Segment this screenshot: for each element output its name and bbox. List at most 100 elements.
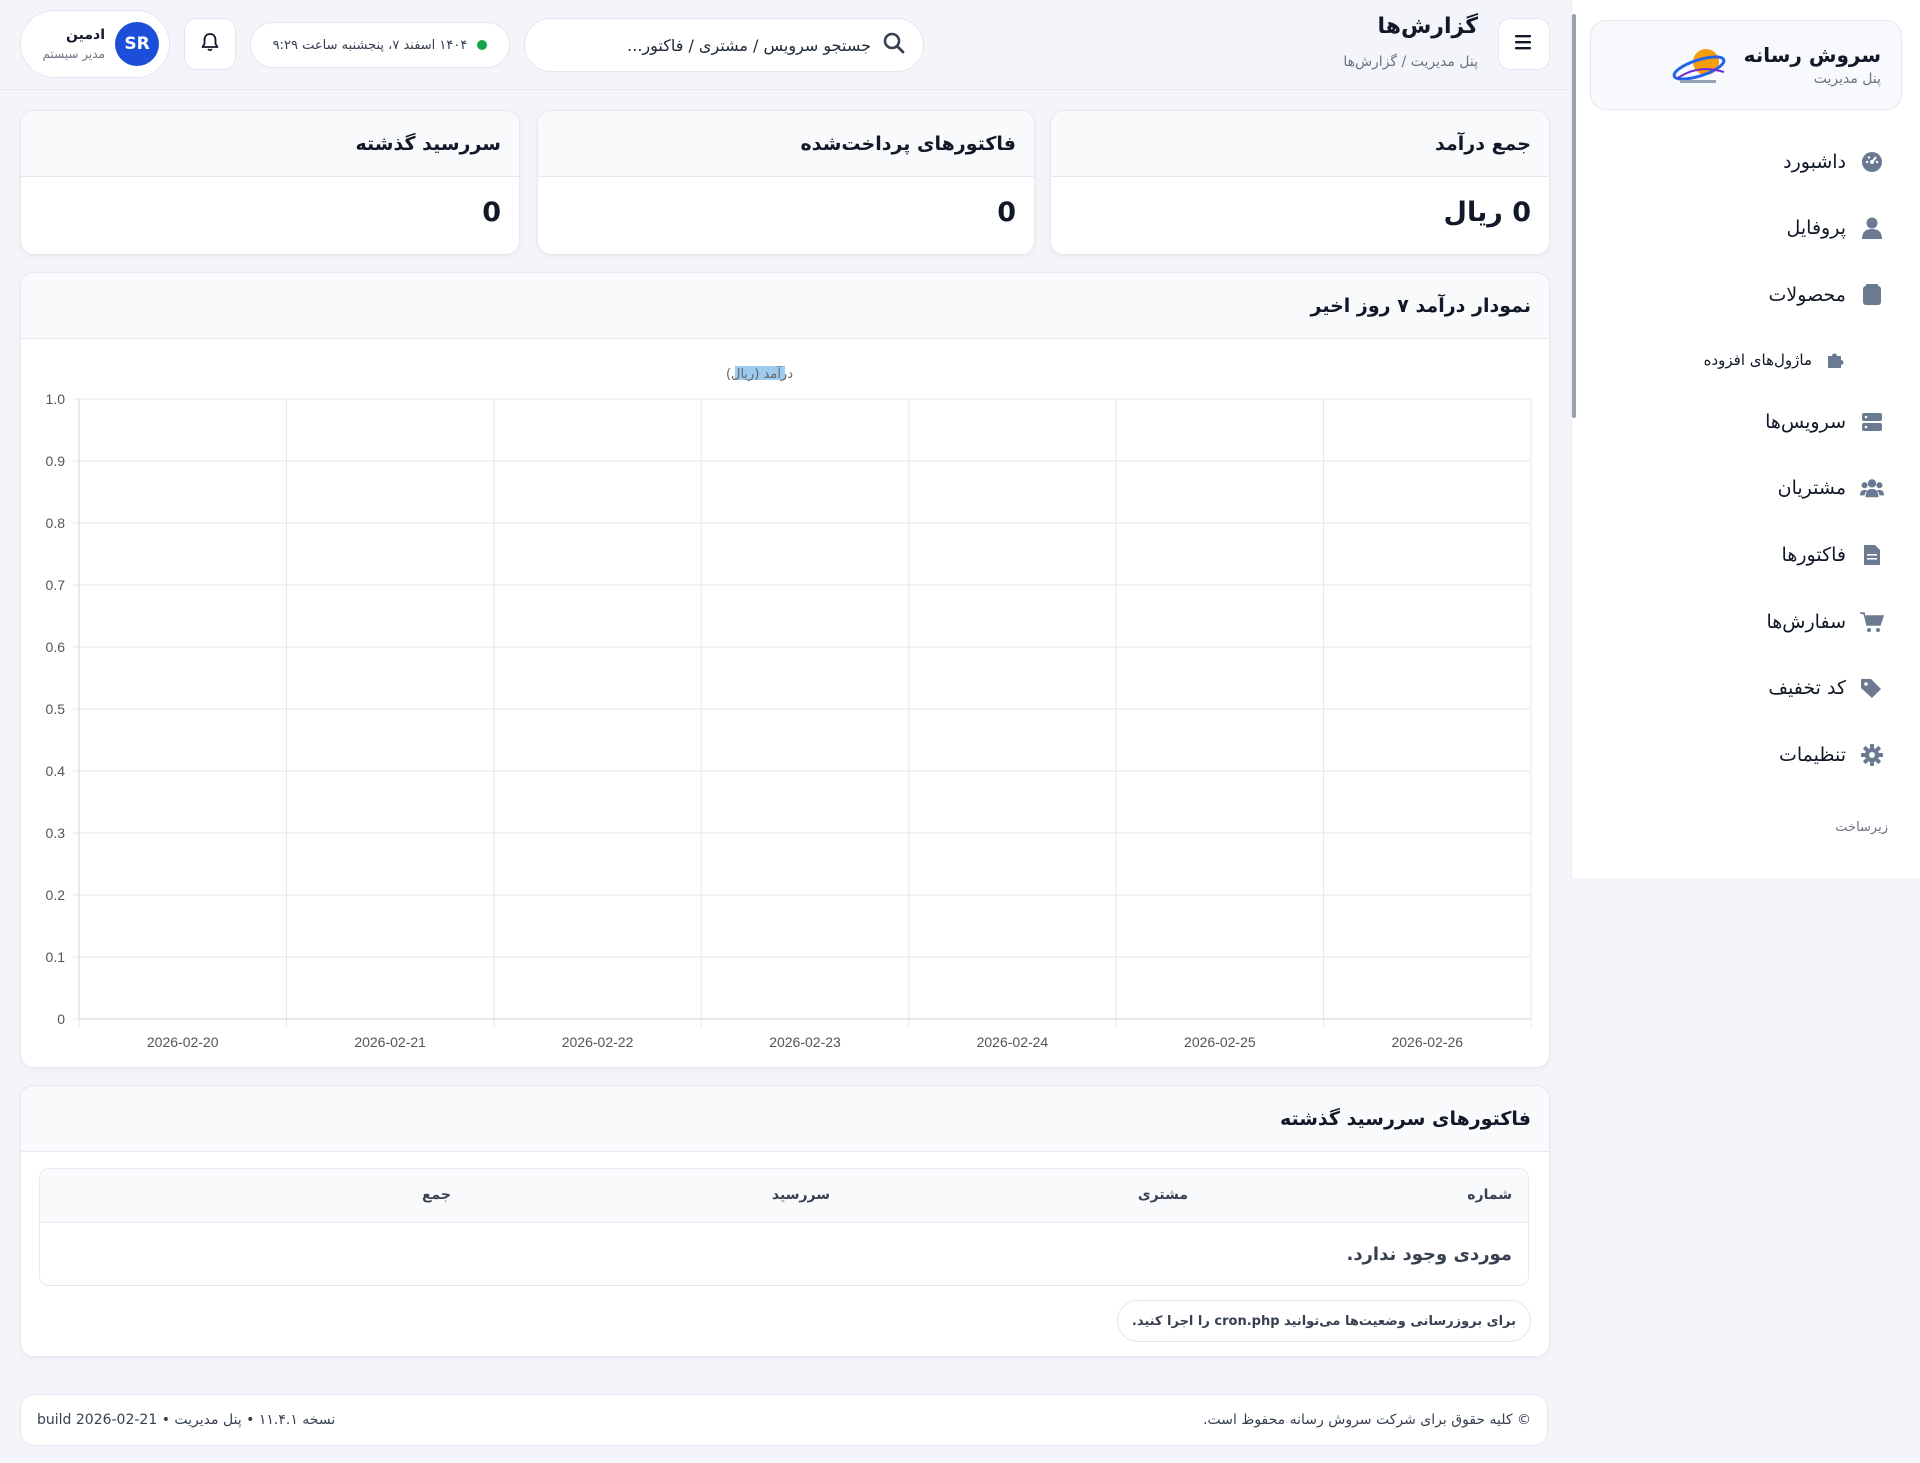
empty-state-row: موردی وجود ندارد.: [1346, 1243, 1512, 1265]
breadcrumb: پنل مدیریت / گزارش‌ها: [1343, 54, 1478, 70]
x-tick-label: 2026-02-24: [977, 1034, 1049, 1050]
cron-note: برای بروزرسانی وضعیت‌ها می‌توانید cron.p…: [1116, 1300, 1531, 1342]
column-header-customer[interactable]: مشتری: [1138, 1187, 1188, 1203]
sidebar-item-profile[interactable]: پروفایل: [1787, 208, 1885, 248]
y-tick-label: 0.2: [46, 887, 66, 903]
sidebar-item-orders[interactable]: سفارش‌ها: [1766, 602, 1884, 642]
chart-area: 0 0.1 0.2 0.3 0.4 0.5 0.6 0.7 0.8 0.9 1.0 2026-02-2…: [21, 339, 1549, 1071]
hamburger-icon: [1515, 34, 1533, 54]
y-tick-label: 1.0: [46, 391, 66, 407]
user-profile[interactable]: SR ادمین مدیر سیستم: [20, 10, 170, 78]
stat-card-title: فاکتورهای پرداخت‌شده: [538, 111, 1034, 177]
stat-card-title: سررسید گذشته: [21, 111, 519, 177]
overdue-table: شماره مشتری سررسید جمع موردی وجود ندارد.: [39, 1168, 1529, 1286]
sidebar-item-products[interactable]: محصولات: [1769, 275, 1884, 315]
sidebar-item-customers[interactable]: مشتریان: [1778, 468, 1884, 508]
users-icon: [1860, 476, 1884, 500]
column-header-total[interactable]: جمع: [422, 1187, 451, 1203]
search-input[interactable]: [543, 35, 871, 55]
search-box[interactable]: [524, 18, 924, 72]
page-title: گزارش‌ها: [1377, 14, 1478, 39]
topbar: گزارش‌ها پنل مدیریت / گزارش‌ها ۱۴۰۴ اسفن…: [0, 0, 1570, 90]
server-icon: [1860, 410, 1884, 434]
date-time-pill: ۱۴۰۴ اسفند ۷، پنجشنبه ساعت ۹:۲۹: [250, 22, 510, 68]
stat-card-value: 0: [997, 197, 1016, 228]
cart-icon: [1860, 610, 1884, 634]
stat-card-value: 0: [482, 197, 501, 228]
sidebar-item-label: مشتریان: [1777, 477, 1846, 499]
sidebar-item-label: محصولات: [1768, 284, 1846, 306]
user-role: مدیر سیستم: [42, 47, 106, 61]
table-header-row: شماره مشتری سررسید جمع: [40, 1169, 1528, 1223]
brand[interactable]: سروش رسانه پنل مدیریت: [1590, 20, 1902, 110]
revenue-chart-card: نمودار درآمد ۷ روز اخیر 0 0.1 0.2 0.3 0.4 0.5…: [20, 272, 1550, 1068]
dashboard-icon: [1860, 150, 1884, 174]
footer-version: نسخه ۱۱.۴.۱ • پنل مدیریت • build 2026-02…: [37, 1412, 336, 1428]
sidebar-item-addons[interactable]: ماژول‌های افزوده: [1704, 340, 1844, 380]
sidebar-item-services[interactable]: سرویس‌ها: [1765, 402, 1884, 442]
revenue-chart: 0 0.1 0.2 0.3 0.4 0.5 0.6 0.7 0.8 0.9 1.0 2026-02-2…: [46, 365, 1532, 1050]
stat-card-value: 0 ریال: [1443, 197, 1531, 228]
stat-card-title: جمع درآمد: [1051, 111, 1549, 177]
x-tick-label: 2026-02-22: [562, 1034, 634, 1050]
y-tick-label: 0.1: [46, 949, 66, 965]
brand-logo: [1668, 42, 1730, 88]
x-tick-label: 2026-02-20: [147, 1034, 219, 1050]
sidebar-item-label: پروفایل: [1786, 217, 1847, 239]
date-time-text: ۱۴۰۴ اسفند ۷، پنجشنبه ساعت ۹:۲۹: [272, 37, 468, 53]
menu-toggle-button[interactable]: [1498, 18, 1550, 70]
stat-card-overdue: سررسید گذشته 0: [20, 110, 520, 255]
y-tick-label: 0.6: [46, 639, 66, 655]
sidebar: سروش رسانه پنل مدیریت داشبورد پروفایل مح…: [1571, 0, 1920, 878]
brand-text: سروش رسانه پنل مدیریت: [1744, 43, 1881, 87]
column-header-number[interactable]: شماره: [1467, 1187, 1512, 1203]
overdue-card-title: فاکتورهای سررسید گذشته: [21, 1086, 1549, 1152]
gear-icon: [1860, 743, 1884, 767]
box-icon: [1860, 283, 1884, 307]
main-area: گزارش‌ها پنل مدیریت / گزارش‌ها ۱۴۰۴ اسفن…: [0, 0, 1570, 1463]
brand-subtitle: پنل مدیریت: [1813, 71, 1881, 87]
profile-text: ادمین مدیر سیستم: [43, 27, 106, 61]
sidebar-item-dashboard[interactable]: داشبورد: [1783, 142, 1884, 182]
sidebar-item-label: تنظیمات: [1778, 744, 1846, 766]
y-tick-label: 0.7: [46, 577, 66, 593]
user-name: ادمین: [66, 27, 105, 43]
y-tick-label: 0.9: [46, 453, 66, 469]
status-dot: [477, 40, 488, 50]
notifications-button[interactable]: [184, 18, 236, 70]
footer-copyright: © کلیه حقوق برای شرکت سروش رسانه محفوظ ا…: [1203, 1412, 1531, 1428]
user-icon: [1860, 216, 1884, 240]
column-header-due-date[interactable]: سررسید: [772, 1187, 830, 1203]
y-tick-label: 0.8: [46, 515, 66, 531]
y-tick-label: 0.3: [46, 825, 66, 841]
sidebar-item-label: فاکتورها: [1781, 544, 1846, 566]
sidebar-scrollbar[interactable]: [1572, 14, 1576, 418]
search-icon: [883, 32, 905, 58]
avatar: SR: [115, 22, 159, 66]
sidebar-item-label: ماژول‌های افزوده: [1703, 351, 1812, 369]
x-tick-label: 2026-02-23: [769, 1034, 841, 1050]
y-tick-label: 0.4: [46, 763, 66, 779]
bell-icon: [201, 32, 219, 56]
x-tick-label: 2026-02-25: [1184, 1034, 1256, 1050]
overdue-invoices-card: فاکتورهای سررسید گذشته شماره مشتری سررسی…: [20, 1085, 1550, 1357]
stat-card-revenue: جمع درآمد 0 ریال: [1050, 110, 1550, 255]
sidebar-item-label: سفارش‌ها: [1766, 611, 1847, 633]
legend-label: درآمد (ریال): [726, 365, 793, 382]
x-tick-label: 2026-02-21: [354, 1034, 426, 1050]
brand-name: سروش رسانه: [1743, 43, 1881, 67]
footer: © کلیه حقوق برای شرکت سروش رسانه محفوظ ا…: [20, 1394, 1548, 1446]
sidebar-item-label: داشبورد: [1783, 151, 1846, 173]
sidebar-item-label: کد تخفیف: [1768, 677, 1846, 699]
stat-card-paid-invoices: فاکتورهای پرداخت‌شده 0: [537, 110, 1035, 255]
x-tick-label: 2026-02-26: [1391, 1034, 1463, 1050]
tags-icon: [1860, 676, 1884, 700]
puzzle-icon: [1826, 351, 1844, 369]
sidebar-item-discounts[interactable]: کد تخفیف: [1768, 668, 1884, 708]
sidebar-section-label: زیرساخت: [1835, 820, 1888, 835]
chart-card-title: نمودار درآمد ۷ روز اخیر: [21, 273, 1549, 339]
y-tick-label: 0.5: [46, 701, 66, 717]
invoice-icon: [1860, 543, 1884, 567]
sidebar-item-invoices[interactable]: فاکتورها: [1782, 535, 1884, 575]
sidebar-item-settings[interactable]: تنظیمات: [1779, 735, 1884, 775]
